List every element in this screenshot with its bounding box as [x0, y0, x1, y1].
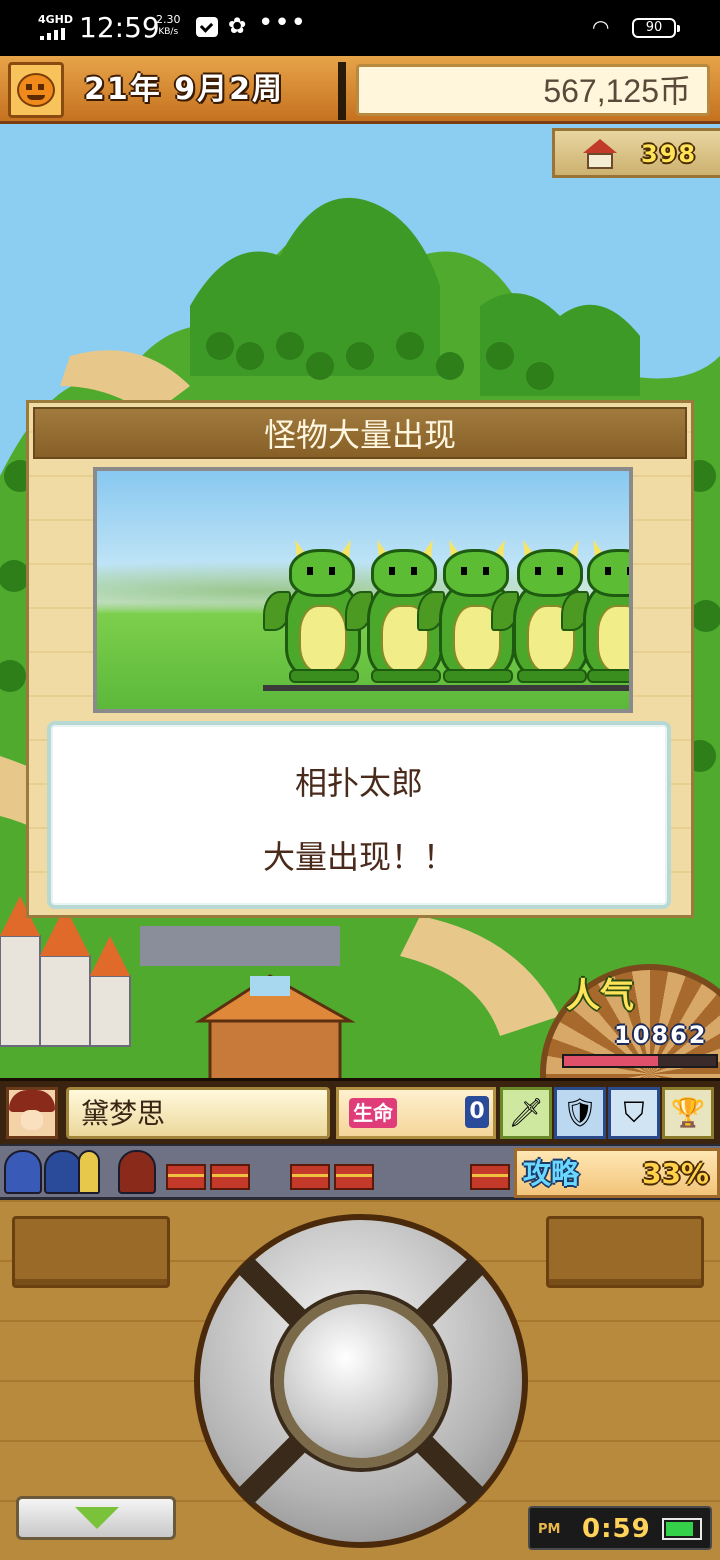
- monster-name: 相扑太郎: [294, 764, 423, 802]
- network-type: 4GHD: [38, 13, 74, 26]
- population-display[interactable]: 398: [552, 128, 720, 178]
- hud-divider: [338, 62, 346, 120]
- network-speed-unit: KB/s: [158, 27, 179, 37]
- network-speed: 2.30 KB/s: [156, 14, 181, 38]
- status-bar: 4GHD 12:59 2.30 KB/s ✿ ••• ◠ 90: [0, 0, 720, 56]
- right-shoulder-button[interactable]: [546, 1216, 704, 1288]
- party-member-avatar[interactable]: [118, 1150, 156, 1194]
- popularity-value: 10862: [614, 1021, 708, 1049]
- message-icon: [196, 17, 218, 37]
- money-display: 567,125币: [356, 64, 710, 116]
- treasure-chest-icon: [210, 1164, 250, 1190]
- character-name-box[interactable]: 黛梦思: [66, 1087, 330, 1139]
- sword-icon[interactable]: 🗡: [500, 1087, 552, 1139]
- treasure-chest-icon: [470, 1164, 510, 1190]
- wifi-icon: ◠: [592, 15, 610, 39]
- popularity-bar: [562, 1054, 718, 1068]
- life-label: 生命: [349, 1098, 397, 1128]
- network-speed-value: 2.30: [156, 13, 181, 26]
- house-icon: [583, 139, 617, 169]
- treasure-chest-icon: [334, 1164, 374, 1190]
- left-shoulder-button[interactable]: [12, 1216, 170, 1288]
- battery-level-fill: [666, 1522, 693, 1536]
- character-name: 黛梦思: [81, 1097, 166, 1130]
- strategy-value: 33%: [641, 1157, 709, 1190]
- treasure-chest-icon: [166, 1164, 206, 1190]
- clock-time: 0:59: [582, 1514, 651, 1544]
- arrow-down-icon: [75, 1507, 119, 1529]
- party-bar: 攻略 33%: [0, 1144, 720, 1200]
- life-display: 生命 0: [336, 1087, 496, 1139]
- money-amount: 567,125币: [543, 73, 691, 109]
- population-count: 398: [641, 140, 698, 168]
- pinwheel-icon: ✿: [228, 14, 247, 39]
- popularity-label: 人气: [566, 976, 634, 1016]
- dpad-center-button[interactable]: [274, 1294, 448, 1468]
- dpad[interactable]: [194, 1214, 528, 1548]
- virtual-controller: PM 0:59: [0, 1200, 720, 1560]
- clock-ampm: PM: [538, 1522, 561, 1537]
- menu-toggle-button[interactable]: [16, 1496, 176, 1540]
- game-date: 21年 9月2周: [84, 72, 284, 107]
- battery-icon: 90: [632, 18, 680, 38]
- top-hud: 21年 9月2周 567,125币: [0, 56, 720, 124]
- treasure-chest-icon: [290, 1164, 330, 1190]
- event-dialog[interactable]: 怪物大量出现 相扑太郎 大量出现！！: [26, 400, 694, 918]
- pumpkin-icon[interactable]: [8, 62, 64, 118]
- strategy-label: 攻略: [523, 1157, 580, 1190]
- message-box[interactable]: 相扑太郎 大量出现！！: [47, 721, 671, 909]
- character-bar: 黛梦思 生命 0 🗡 🛡 ⛉ 🏆: [0, 1078, 720, 1144]
- trophy-icon[interactable]: 🏆: [662, 1087, 714, 1139]
- game-screen[interactable]: 21年 9月2周 567,125币 398 人气 10862 怪物大量出现 相扑…: [0, 56, 720, 1560]
- more-icon: •••: [258, 8, 308, 38]
- dialog-title: 怪物大量出现: [263, 416, 456, 454]
- party-member-avatar[interactable]: [4, 1150, 42, 1194]
- game-clock: PM 0:59: [528, 1506, 712, 1550]
- dragon-sprite: [561, 537, 629, 689]
- event-illustration: [93, 467, 633, 713]
- life-value: 0: [465, 1096, 489, 1128]
- party-member-avatar[interactable]: [44, 1150, 82, 1194]
- popularity-gauge: 人气 10862: [530, 954, 720, 1184]
- battery-icon: [662, 1518, 702, 1540]
- avatar[interactable]: [6, 1087, 58, 1139]
- armor-icon[interactable]: 🛡: [554, 1087, 606, 1139]
- clock: 12:59: [79, 11, 160, 44]
- popularity-bar-fill: [564, 1056, 659, 1066]
- party-member-avatar[interactable]: [78, 1150, 100, 1194]
- dialog-title-bar: 怪物大量出现: [33, 407, 687, 459]
- event-message: 大量出现！！: [262, 838, 455, 876]
- shield-icon[interactable]: ⛉: [608, 1087, 660, 1139]
- strategy-progress: 攻略 33%: [514, 1148, 720, 1198]
- signal-icon: [40, 28, 70, 40]
